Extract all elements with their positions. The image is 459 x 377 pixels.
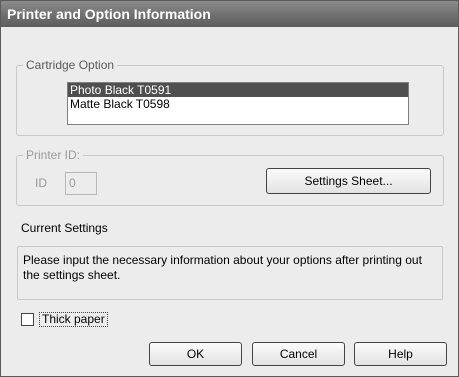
title-bar[interactable]: Printer and Option Information <box>1 1 458 27</box>
cartridge-option-list[interactable]: Photo Black T0591 Matte Black T0598 <box>67 82 409 125</box>
cartridge-option-legend: Cartridge Option <box>23 58 118 72</box>
thick-paper-checkbox[interactable] <box>21 313 34 326</box>
current-settings-label: Current Settings <box>21 221 108 235</box>
cartridge-option-item[interactable]: Matte Black T0598 <box>68 97 408 111</box>
printer-id-group: Printer ID: ID 0 Settings Sheet... <box>16 148 444 206</box>
help-button[interactable]: Help <box>354 342 447 366</box>
printer-id-legend: Printer ID: <box>23 148 84 162</box>
id-field[interactable]: 0 <box>65 172 97 195</box>
settings-sheet-button[interactable]: Settings Sheet... <box>266 168 431 194</box>
window-title: Printer and Option Information <box>7 6 211 22</box>
current-settings-text: Please input the necessary information a… <box>17 246 443 300</box>
cancel-button[interactable]: Cancel <box>252 342 345 366</box>
cartridge-option-group: Cartridge Option Photo Black T0591 Matte… <box>16 58 444 136</box>
dialog-window: Printer and Option Information Cartridge… <box>0 0 459 377</box>
id-label: ID <box>35 176 47 190</box>
thick-paper-label[interactable]: Thick paper <box>39 312 108 327</box>
cartridge-option-item[interactable]: Photo Black T0591 <box>68 83 408 97</box>
ok-button[interactable]: OK <box>149 342 242 366</box>
